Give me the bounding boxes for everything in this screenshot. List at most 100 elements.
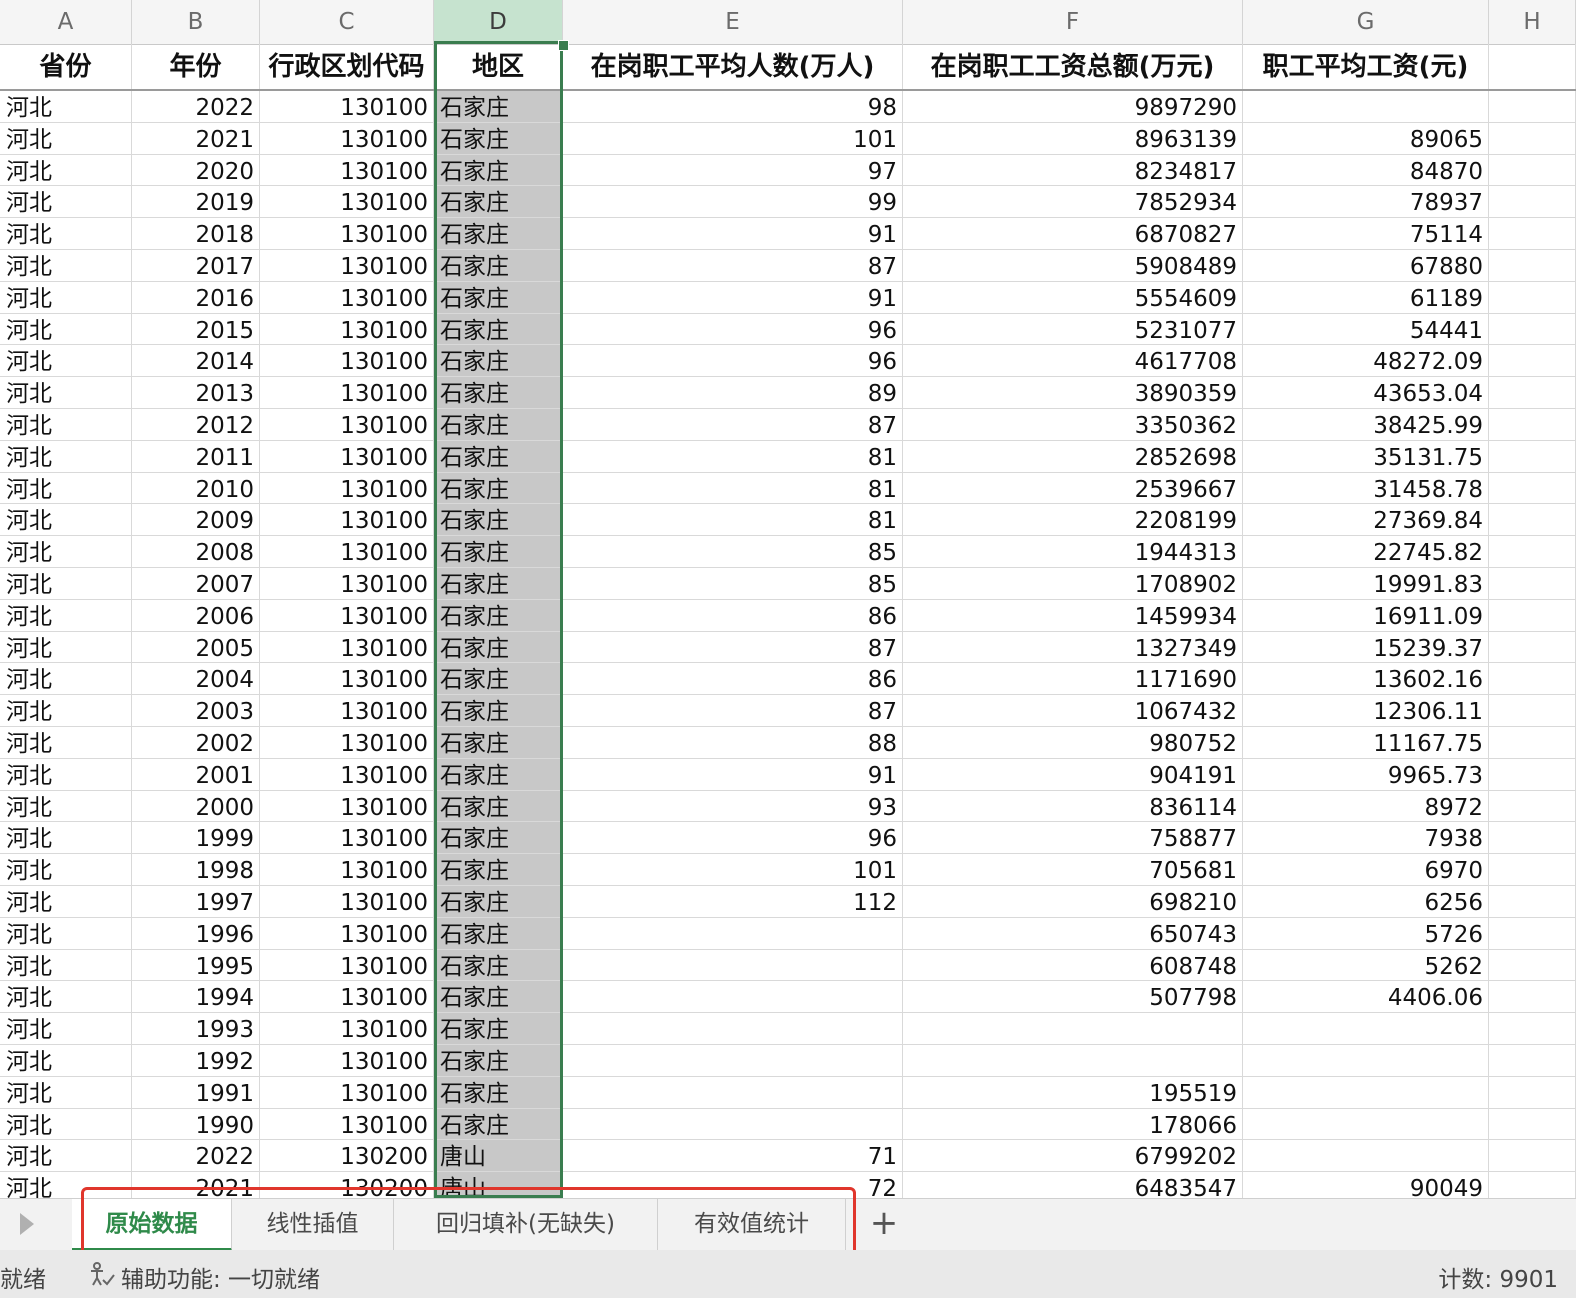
cell-g[interactable]: 43653.04 [1243,377,1489,408]
cell-c[interactable]: 130100 [260,504,434,536]
cell-b[interactable]: 2000 [132,790,260,822]
cell-h[interactable] [1489,313,1576,345]
cell-f[interactable]: 178066 [903,1108,1243,1140]
cell-f[interactable]: 1171690 [903,663,1243,695]
cell-h[interactable] [1489,663,1576,695]
cell-h[interactable] [1489,631,1576,663]
cell-h[interactable] [1489,599,1576,631]
cell-b[interactable]: 2010 [132,472,260,504]
cell-h[interactable] [1489,504,1576,536]
cell-e[interactable]: 87 [563,250,903,281]
cell-a[interactable]: 河北 [0,1108,132,1140]
cell-h[interactable] [1489,1140,1576,1172]
fill-handle[interactable] [558,40,569,51]
cell-b[interactable]: 2002 [132,727,260,758]
cell-a[interactable]: 河北 [0,250,132,281]
cell-h[interactable] [1489,695,1576,726]
cell-e[interactable]: 101 [563,122,903,154]
header-cell-g[interactable]: 职工平均工资(元) [1243,44,1489,89]
cell-f[interactable]: 836114 [903,790,1243,822]
cell-c[interactable]: 130100 [260,281,434,313]
cell-e[interactable] [563,949,903,981]
cell-b[interactable]: 2001 [132,758,260,790]
header-cell-d[interactable]: 地区 [434,44,563,89]
tab-scroll-arrow-icon[interactable] [20,1213,34,1235]
cell-g[interactable]: 13602.16 [1243,663,1489,695]
cell-g[interactable]: 54441 [1243,313,1489,345]
cell-b[interactable]: 2014 [132,345,260,377]
cell-g[interactable]: 38425.99 [1243,409,1489,440]
cell-a[interactable]: 河北 [0,154,132,186]
cell-e[interactable]: 81 [563,440,903,472]
cell-e[interactable]: 71 [563,1140,903,1172]
cell-a[interactable]: 河北 [0,345,132,377]
cell-h[interactable] [1489,1045,1576,1076]
cell-a[interactable]: 河北 [0,377,132,408]
cell-b[interactable]: 2006 [132,599,260,631]
cell-d[interactable]: 石家庄 [434,1108,563,1140]
cell-g[interactable] [1243,1076,1489,1108]
cell-b[interactable]: 2016 [132,281,260,313]
cell-a[interactable]: 河北 [0,727,132,758]
cell-b[interactable]: 2012 [132,409,260,440]
cell-e[interactable]: 98 [563,91,903,122]
cell-h[interactable] [1489,949,1576,981]
cell-b[interactable]: 2022 [132,91,260,122]
cell-e[interactable]: 81 [563,472,903,504]
cell-e[interactable]: 86 [563,663,903,695]
cell-d[interactable]: 石家庄 [434,281,563,313]
cell-d[interactable]: 石家庄 [434,186,563,218]
cell-g[interactable] [1243,91,1489,122]
cell-b[interactable]: 2008 [132,536,260,567]
cell-e[interactable]: 99 [563,186,903,218]
cell-g[interactable]: 6256 [1243,886,1489,917]
cell-b[interactable]: 2013 [132,377,260,408]
cell-f[interactable]: 195519 [903,1076,1243,1108]
cell-c[interactable]: 130100 [260,345,434,377]
cell-c[interactable]: 130100 [260,758,434,790]
cell-e[interactable]: 96 [563,345,903,377]
cell-c[interactable]: 130100 [260,822,434,854]
cell-a[interactable]: 河北 [0,472,132,504]
cell-d[interactable]: 石家庄 [434,758,563,790]
cell-g[interactable]: 89065 [1243,122,1489,154]
cell-g[interactable] [1243,1140,1489,1172]
cell-f[interactable]: 1327349 [903,631,1243,663]
cell-a[interactable]: 河北 [0,663,132,695]
column-letter-e[interactable]: E [563,0,903,44]
cell-f[interactable]: 7852934 [903,186,1243,218]
cell-g[interactable]: 8972 [1243,790,1489,822]
cell-g[interactable]: 31458.78 [1243,472,1489,504]
cell-e[interactable]: 87 [563,695,903,726]
cell-c[interactable]: 130100 [260,1076,434,1108]
cell-e[interactable] [563,1045,903,1076]
cell-c[interactable]: 130100 [260,536,434,567]
cell-g[interactable]: 48272.09 [1243,345,1489,377]
cell-c[interactable]: 130100 [260,568,434,599]
cell-d[interactable]: 石家庄 [434,154,563,186]
cell-c[interactable]: 130100 [260,186,434,218]
cell-d[interactable]: 石家庄 [434,91,563,122]
cell-d[interactable]: 石家庄 [434,822,563,854]
cell-f[interactable]: 705681 [903,854,1243,885]
cell-f[interactable]: 650743 [903,917,1243,949]
cell-d[interactable]: 石家庄 [434,377,563,408]
column-letter-h[interactable]: H [1489,0,1576,44]
cell-d[interactable]: 石家庄 [434,1045,563,1076]
cell-e[interactable]: 112 [563,886,903,917]
cell-d[interactable]: 石家庄 [434,536,563,567]
cell-g[interactable]: 15239.37 [1243,631,1489,663]
cell-e[interactable]: 96 [563,822,903,854]
cell-d[interactable]: 石家庄 [434,695,563,726]
cell-h[interactable] [1489,409,1576,440]
cell-a[interactable]: 河北 [0,886,132,917]
cell-d[interactable]: 石家庄 [434,313,563,345]
cell-f[interactable]: 6799202 [903,1140,1243,1172]
cell-a[interactable]: 河北 [0,409,132,440]
cell-d[interactable]: 石家庄 [434,949,563,981]
cell-h[interactable] [1489,154,1576,186]
column-letter-a[interactable]: A [0,0,132,44]
cell-e[interactable]: 97 [563,154,903,186]
add-sheet-button[interactable]: + [862,1199,906,1251]
cell-b[interactable]: 1991 [132,1076,260,1108]
